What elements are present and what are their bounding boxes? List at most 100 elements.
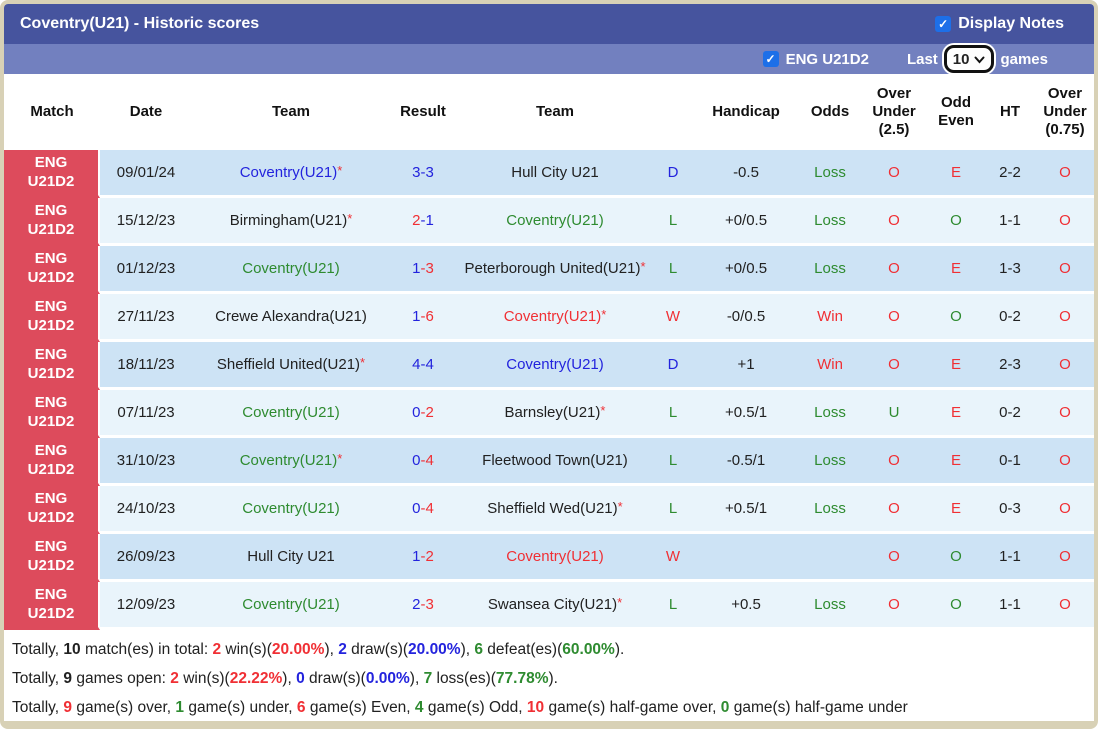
home-advantage-star: *: [640, 258, 646, 274]
score: 1-3: [390, 246, 456, 294]
league-filter-checkbox[interactable]: ✓: [762, 51, 779, 67]
odd-even: E: [928, 390, 984, 438]
handicap: -0.5/1: [692, 438, 800, 486]
outcome-letter: L: [654, 486, 692, 534]
away-team: Coventry(U21): [456, 198, 654, 246]
odds-result: Loss: [800, 246, 860, 294]
odds-result: Win: [800, 342, 860, 390]
over-under-2-5: O: [860, 582, 928, 630]
over-under-2-5: O: [860, 342, 928, 390]
over-under-0-75: O: [1036, 582, 1094, 630]
games-label: games: [1000, 50, 1048, 68]
games-count-select[interactable]: 10: [943, 45, 995, 73]
column-header-blank: [654, 74, 692, 150]
match-date: 26/09/23: [100, 534, 192, 582]
odds-result: Loss: [800, 486, 860, 534]
home-advantage-star: *: [337, 162, 343, 178]
score: 1-6: [390, 294, 456, 342]
outcome-letter: W: [654, 294, 692, 342]
column-header-ht: HT: [984, 74, 1036, 150]
home-advantage-star: *: [617, 498, 623, 514]
match-date: 01/12/23: [100, 246, 192, 294]
summary-line: Totally, 10 match(es) in total: 2 win(s)…: [12, 641, 625, 658]
outcome-letter: L: [654, 246, 692, 294]
score: 0-4: [390, 486, 456, 534]
odds-result: Loss: [800, 438, 860, 486]
away-team: Peterborough United(U21)*: [456, 246, 654, 294]
column-header-team: Team: [456, 74, 654, 150]
handicap: [692, 534, 800, 582]
over-under-2-5: O: [860, 198, 928, 246]
ht-score: 0-2: [984, 294, 1036, 342]
over-under-0-75: O: [1036, 198, 1094, 246]
away-team: Coventry(U21)*: [456, 294, 654, 342]
score: 2-1: [390, 198, 456, 246]
league-badge: ENG U21D2: [4, 198, 100, 246]
score: 2-3: [390, 582, 456, 630]
score: 0-4: [390, 438, 456, 486]
over-under-2-5: O: [860, 150, 928, 198]
match-row: ENG U21D2 26/09/23 Hull City U21 1-2 Coventr…: [4, 534, 1094, 582]
column-header-over-under-075: Over Under (0.75): [1036, 74, 1094, 150]
ht-score: 1-1: [984, 582, 1036, 630]
match-date: 27/11/23: [100, 294, 192, 342]
home-team: Sheffield United(U21)*: [192, 342, 390, 390]
handicap: +0.5/1: [692, 390, 800, 438]
match-date: 15/12/23: [100, 198, 192, 246]
home-team: Coventry(U21)*: [192, 438, 390, 486]
over-under-0-75: O: [1036, 294, 1094, 342]
over-under-2-5: O: [860, 246, 928, 294]
summary-line: Totally, 9 games open: 2 win(s)(22.22%),…: [12, 670, 558, 687]
column-header-result: Result: [390, 74, 456, 150]
odds-result: [800, 534, 860, 582]
odds-result: Loss: [800, 390, 860, 438]
ht-score: 1-1: [984, 198, 1036, 246]
odd-even: O: [928, 534, 984, 582]
odd-even: E: [928, 438, 984, 486]
home-advantage-star: *: [360, 354, 366, 370]
home-team: Coventry(U21): [192, 246, 390, 294]
games-count-value: 10: [952, 50, 970, 68]
league-badge: ENG U21D2: [4, 534, 100, 582]
last-label: Last: [906, 50, 938, 68]
over-under-0-75: O: [1036, 150, 1094, 198]
match-row: ENG U21D2 09/01/24 Coventry(U21)* 3-3 Hull C…: [4, 150, 1094, 198]
league-badge: ENG U21D2: [4, 582, 100, 630]
home-advantage-star: *: [347, 210, 353, 226]
match-row: ENG U21D2 15/12/23 Birmingham(U21)* 2-1 Cove…: [4, 198, 1094, 246]
column-header-team: Team: [192, 74, 390, 150]
away-team: Sheffield Wed(U21)*: [456, 486, 654, 534]
score: 3-3: [390, 150, 456, 198]
handicap: +1: [692, 342, 800, 390]
display-notes-checkbox[interactable]: ✓: [935, 16, 952, 32]
match-row: ENG U21D2 27/11/23 Crewe Alexandra(U21) 1-6…: [4, 294, 1094, 342]
summary-section: Totally, 10 match(es) in total: 2 win(s)…: [4, 630, 1094, 721]
league-badge: ENG U21D2: [4, 390, 100, 438]
handicap: -0.5: [692, 150, 800, 198]
outcome-letter: W: [654, 534, 692, 582]
outcome-letter: L: [654, 438, 692, 486]
column-header-match: Match: [4, 74, 100, 150]
away-team: Fleetwood Town(U21): [456, 438, 654, 486]
title-bar: Coventry(U21) - Historic scores ✓ Displa…: [4, 4, 1094, 44]
match-date: 07/11/23: [100, 390, 192, 438]
away-team: Swansea City(U21)*: [456, 582, 654, 630]
home-team: Coventry(U21): [192, 390, 390, 438]
odd-even: O: [928, 294, 984, 342]
odds-result: Loss: [800, 582, 860, 630]
outcome-letter: L: [654, 582, 692, 630]
match-row: ENG U21D2 18/11/23 Sheffield United(U21)* 4…: [4, 342, 1094, 390]
match-date: 18/11/23: [100, 342, 192, 390]
over-under-0-75: O: [1036, 486, 1094, 534]
league-badge: ENG U21D2: [4, 342, 100, 390]
odd-even: O: [928, 198, 984, 246]
match-row: ENG U21D2 24/10/23 Coventry(U21) 0-4 Sheffie…: [4, 486, 1094, 534]
over-under-2-5: O: [860, 438, 928, 486]
over-under-0-75: O: [1036, 438, 1094, 486]
ht-score: 2-2: [984, 150, 1036, 198]
ht-score: 1-3: [984, 246, 1036, 294]
match-row: ENG U21D2 12/09/23 Coventry(U21) 2-3 Swansea…: [4, 582, 1094, 630]
ht-score: 2-3: [984, 342, 1036, 390]
score: 4-4: [390, 342, 456, 390]
ht-score: 0-1: [984, 438, 1036, 486]
